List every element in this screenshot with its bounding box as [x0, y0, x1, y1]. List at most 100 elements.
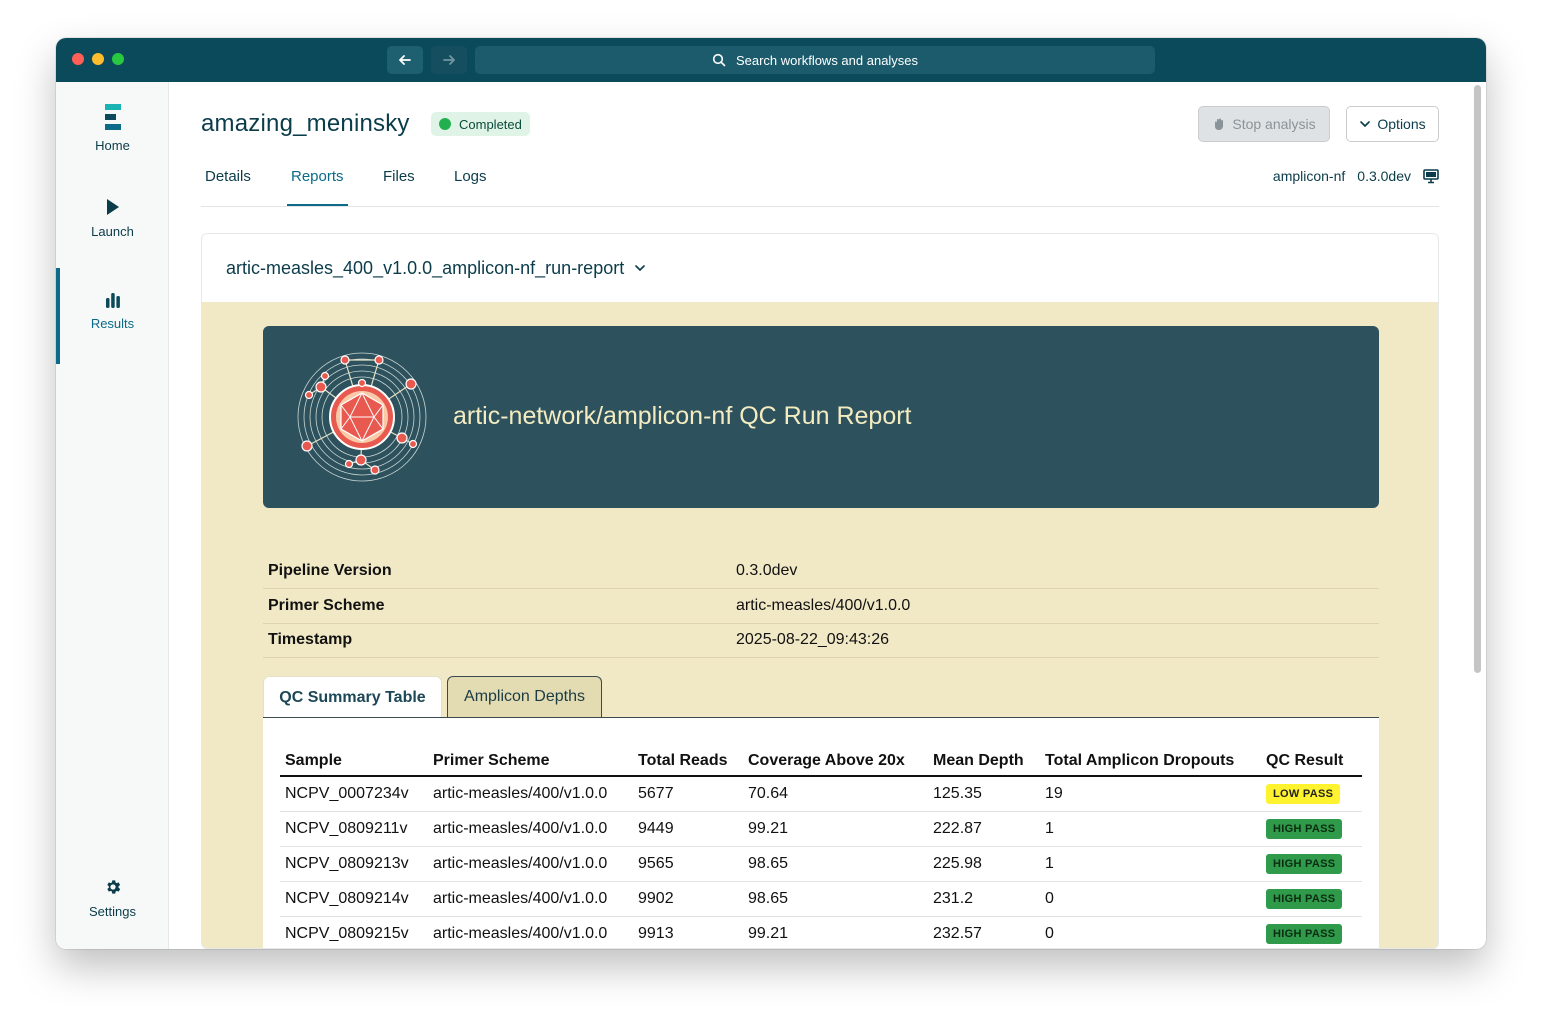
table-row: NCPV_0007234v artic-measles/400/v1.0.0 5…: [280, 776, 1362, 812]
tab-files[interactable]: Files: [383, 166, 415, 206]
cell-qc-result: HIGH PASS: [1261, 811, 1362, 847]
chevron-down-icon: [1360, 121, 1371, 127]
meta-value: artic-measles/400/v1.0.0: [731, 588, 1379, 624]
cell-total-reads: 5677: [633, 776, 743, 812]
options-button[interactable]: Options: [1346, 106, 1439, 142]
page-title: amazing_meninsky: [201, 110, 410, 137]
bar-chart-icon: [105, 293, 120, 308]
search-placeholder: Search workflows and analyses: [735, 52, 919, 68]
tab-bar: Details Reports Files Logs: [201, 166, 1439, 207]
stop-analysis-label: Stop analysis: [1232, 116, 1316, 132]
close-window-button[interactable]: [72, 53, 84, 65]
status-dot-icon: [439, 118, 451, 130]
tab-amplicon-depths[interactable]: Amplicon Depths: [447, 676, 602, 717]
column-header[interactable]: Mean Depth: [928, 746, 1040, 777]
status-badge: Completed: [431, 112, 530, 136]
tab-logs[interactable]: Logs: [454, 166, 487, 206]
maximize-window-button[interactable]: [112, 53, 124, 65]
sidebar: Home Launch Results Settings: [56, 82, 169, 949]
column-header[interactable]: Coverage Above 20x: [743, 746, 928, 777]
cell-qc-result: HIGH PASS: [1261, 846, 1362, 882]
main-content: amazing_meninsky Completed Stop analysis…: [169, 82, 1469, 949]
table-header-row: Sample Primer Scheme Total Reads Coverag…: [280, 746, 1362, 777]
column-header[interactable]: Total Reads: [633, 746, 743, 777]
qc-summary-panel: Sample Primer Scheme Total Reads Coverag…: [263, 717, 1379, 948]
hand-stop-icon: [1215, 118, 1224, 130]
tab-qc-summary-table[interactable]: QC Summary Table: [263, 676, 442, 718]
cell-sample: NCPV_0809211v: [280, 811, 428, 847]
qc-result-badge: HIGH PASS: [1266, 818, 1343, 839]
cell-primer-scheme: artic-measles/400/v1.0.0: [428, 846, 633, 882]
meta-value: 2025-08-22_09:43:26: [731, 623, 1379, 658]
monitor-icon[interactable]: [1423, 168, 1439, 184]
meta-value: 0.3.0dev: [731, 554, 1379, 589]
cell-primer-scheme: artic-measles/400/v1.0.0: [428, 811, 633, 847]
report-selector[interactable]: artic-measles_400_v1.0.0_amplicon-nf_run…: [202, 234, 1438, 302]
stop-analysis-button[interactable]: Stop analysis: [1198, 106, 1330, 142]
forward-button[interactable]: [431, 46, 467, 74]
table-row: NCPV_0809213v artic-measles/400/v1.0.0 9…: [280, 846, 1362, 882]
table-row: NCPV_0809215v artic-measles/400/v1.0.0 9…: [280, 916, 1362, 948]
cell-mean-depth: 225.98: [928, 846, 1040, 882]
cell-total-reads: 9913: [633, 916, 743, 948]
report-body: artic-network/amplicon-nf QC Run Report …: [202, 302, 1438, 948]
table-row: Pipeline Version 0.3.0dev: [263, 554, 1379, 589]
cell-primer-scheme: artic-measles/400/v1.0.0: [428, 881, 633, 917]
sidebar-item-label: Home: [95, 138, 130, 153]
cell-coverage: 98.65: [743, 881, 928, 917]
cell-dropouts: 1: [1040, 846, 1261, 882]
table-row: NCPV_0809214v artic-measles/400/v1.0.0 9…: [280, 881, 1362, 917]
cell-sample: NCPV_0809213v: [280, 846, 428, 882]
cell-sample: NCPV_0007234v: [280, 776, 428, 812]
metadata-table: Pipeline Version 0.3.0dev Primer Scheme …: [263, 554, 1379, 658]
pipeline-version: 0.3.0dev: [1357, 168, 1411, 184]
cell-dropouts: 19: [1040, 776, 1261, 812]
qc-result-badge: HIGH PASS: [1266, 853, 1343, 874]
sidebar-item-results[interactable]: Results: [56, 292, 169, 331]
report-title: artic-network/amplicon-nf QC Run Report: [453, 402, 912, 430]
cell-mean-depth: 232.57: [928, 916, 1040, 948]
cell-qc-result: LOW PASS: [1261, 776, 1362, 812]
cell-coverage: 99.21: [743, 916, 928, 948]
gear-icon: [106, 880, 120, 894]
minimize-window-button[interactable]: [92, 53, 104, 65]
chevron-down-icon: [635, 265, 646, 271]
cell-sample: NCPV_0809215v: [280, 916, 428, 948]
cell-total-reads: 9565: [633, 846, 743, 882]
cell-qc-result: HIGH PASS: [1261, 916, 1362, 948]
cell-total-reads: 9902: [633, 881, 743, 917]
app-window: Search workflows and analyses Home Launc…: [56, 38, 1486, 949]
cell-sample: NCPV_0809214v: [280, 881, 428, 917]
pipeline-name: amplicon-nf: [1272, 168, 1346, 184]
tab-details[interactable]: Details: [205, 166, 251, 206]
table-row: Timestamp 2025-08-22_09:43:26: [263, 623, 1379, 658]
back-button[interactable]: [387, 46, 423, 74]
meta-key: Primer Scheme: [263, 588, 731, 624]
status-label: Completed: [459, 116, 522, 132]
options-label: Options: [1377, 116, 1426, 132]
table-row: NCPV_0809211v artic-measles/400/v1.0.0 9…: [280, 811, 1362, 847]
sidebar-item-home[interactable]: Home: [56, 104, 169, 153]
qc-result-badge: HIGH PASS: [1266, 888, 1343, 909]
pipeline-info: amplicon-nf 0.3.0dev: [1273, 168, 1439, 184]
qc-summary-table: Sample Primer Scheme Total Reads Coverag…: [280, 746, 1362, 948]
sidebar-item-settings[interactable]: Settings: [56, 878, 169, 919]
column-header[interactable]: Primer Scheme: [428, 746, 633, 777]
arrow-left-icon: [399, 55, 411, 65]
sidebar-item-launch[interactable]: Launch: [56, 198, 169, 239]
cell-dropouts: 0: [1040, 916, 1261, 948]
vertical-scrollbar[interactable]: [1474, 85, 1481, 673]
cell-mean-depth: 222.87: [928, 811, 1040, 847]
column-header[interactable]: Total Amplicon Dropouts: [1040, 746, 1261, 777]
cell-coverage: 70.64: [743, 776, 928, 812]
title-bar: Search workflows and analyses: [56, 38, 1486, 82]
search-input[interactable]: Search workflows and analyses: [475, 46, 1155, 74]
cell-primer-scheme: artic-measles/400/v1.0.0: [428, 776, 633, 812]
column-header[interactable]: QC Result: [1261, 746, 1362, 777]
tab-reports[interactable]: Reports: [287, 166, 348, 206]
artic-network-logo: [297, 352, 427, 482]
search-icon: [712, 53, 726, 67]
column-header[interactable]: Sample: [280, 746, 428, 777]
home-logo-icon: [104, 104, 121, 130]
qc-result-badge: LOW PASS: [1266, 783, 1341, 804]
